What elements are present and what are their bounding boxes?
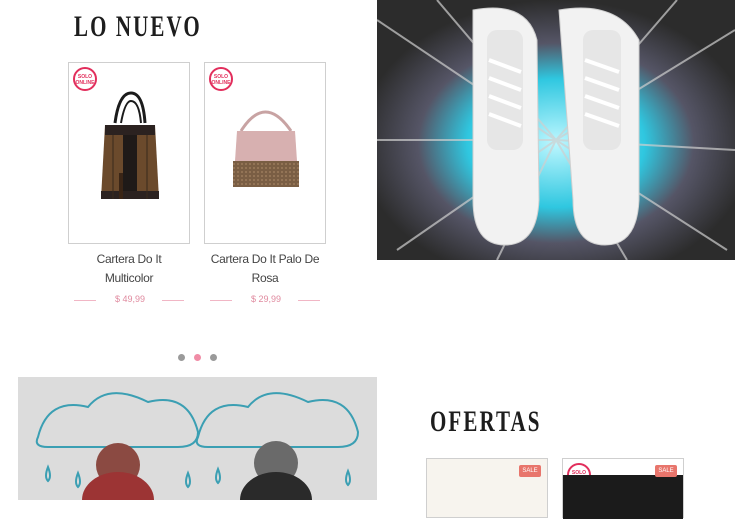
offer-product-image — [563, 475, 683, 519]
price-divider-right — [162, 300, 184, 301]
product-image-crossbody-bag — [233, 110, 299, 187]
sale-tag: SALE — [519, 465, 541, 477]
price-divider-right — [298, 300, 320, 301]
hats-image — [18, 377, 377, 500]
product-name-1-line1: Cartera Do It — [96, 252, 162, 266]
carousel-dot-3[interactable] — [210, 354, 217, 361]
carousel-dot-1[interactable] — [178, 354, 185, 361]
sale-tag: SALE — [655, 465, 677, 477]
product-name-2[interactable]: Cartera Do It Palo De Rosa — [203, 250, 327, 288]
product-name-1-line2: Multicolor — [104, 271, 154, 285]
hats-banner[interactable] — [18, 377, 377, 500]
product-price-1: $ 49,99 — [114, 294, 146, 304]
carousel-dot-2[interactable] — [194, 354, 201, 361]
product-card-1[interactable]: SOLO ONLINE — [68, 62, 190, 244]
product-name-2-line2: Rosa — [251, 271, 279, 285]
new-section-title: LO NUEVO — [74, 10, 202, 43]
product-image-tote-bag — [101, 91, 159, 199]
product-card-2[interactable]: SOLO ONLINE — [204, 62, 326, 244]
product-name-1[interactable]: Cartera Do It Multicolor — [67, 250, 191, 288]
page-frame: LO NUEVO SOLO ONLINE Cartera Do It Multi… — [18, 0, 736, 519]
sneakers-image — [377, 0, 735, 260]
product-name-2-line1: Cartera Do It Palo De — [210, 252, 320, 266]
offers-section-title: OFERTAS — [430, 405, 542, 438]
offer-card-2[interactable]: SOLO ONLINE SALE — [562, 458, 684, 519]
product-price-2: $ 29,99 — [250, 294, 282, 304]
offer-card-1[interactable]: SALE — [426, 458, 548, 518]
sneakers-banner[interactable] — [377, 0, 735, 260]
